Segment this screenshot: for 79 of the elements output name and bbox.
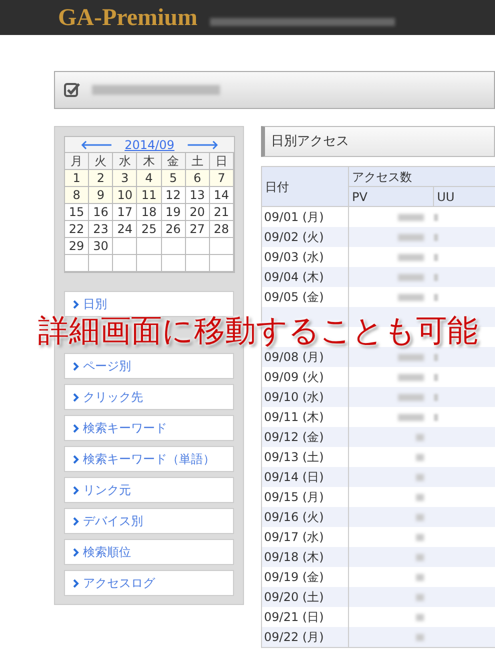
blurred-value (434, 214, 438, 220)
calendar-day[interactable]: 14 (210, 187, 234, 204)
caption-overlay: 詳細画面に移動することも可能 (38, 316, 478, 347)
menu-item[interactable]: ページ別 (64, 353, 234, 379)
chevron-icon (73, 362, 79, 370)
section-title: 日別アクセス (271, 132, 349, 151)
calendar-cell (113, 238, 138, 255)
calendar-day[interactable]: 4 (137, 170, 162, 187)
blurred-value (434, 354, 438, 360)
blurred-value (434, 294, 438, 300)
calendar-day[interactable]: 19 (162, 204, 186, 221)
calendar-day[interactable]: 16 (89, 204, 114, 221)
blurred-value (434, 414, 438, 420)
calendar-day[interactable]: 27 (186, 221, 210, 238)
calendar-day[interactable]: 21 (210, 204, 234, 221)
calendar-day[interactable]: 1 (65, 170, 90, 187)
column-header: UU (436, 188, 456, 206)
weekday-header: 火 (89, 153, 114, 170)
calendar-day[interactable]: 13 (186, 187, 210, 204)
calendar-day[interactable]: 23 (89, 221, 114, 238)
menu-item[interactable]: クリック先 (64, 384, 234, 410)
menu-item[interactable]: 検索順位 (64, 539, 234, 565)
calendar-day[interactable]: 20 (186, 204, 210, 221)
calendar-day[interactable]: 26 (162, 221, 186, 238)
menu-item[interactable]: 検索キーワード (64, 415, 234, 441)
weekday-header: 木 (137, 153, 162, 170)
month-link[interactable]: 2014/09 (124, 136, 174, 154)
weekday-header: 水 (113, 153, 138, 170)
menu-item[interactable]: 検索キーワード（単語） (64, 446, 234, 472)
column-header: アクセス数 (349, 167, 495, 187)
calendar-day[interactable]: 9 (89, 187, 114, 204)
calendar-day[interactable]: 6 (186, 170, 210, 187)
logo: GA-Premium (58, 6, 198, 30)
calendar-day[interactable]: 17 (113, 204, 138, 221)
chevron-icon (73, 486, 79, 494)
table-cell: 09/22 (月) (262, 627, 349, 647)
chevron-icon (73, 454, 79, 464)
calendar-day[interactable]: 29 (65, 238, 90, 255)
next-month-button[interactable]: 🡒 (186, 136, 218, 154)
chevron-icon (73, 392, 79, 402)
chevron-icon (73, 548, 79, 556)
calendar-day[interactable]: 18 (137, 204, 162, 221)
blurred-value (434, 274, 438, 280)
menu-item[interactable]: アクセスログ (64, 570, 234, 596)
blurred-value (434, 234, 438, 240)
weekday-header: 土 (186, 153, 210, 170)
calendar-day[interactable]: 28 (210, 221, 234, 238)
calendar-day[interactable]: 24 (113, 221, 138, 238)
weekday-header: 月 (65, 153, 90, 170)
blurred-value (434, 394, 438, 400)
chevron-icon (73, 300, 79, 308)
weekday-header: 日 (210, 153, 234, 170)
calendar-day[interactable]: 8 (65, 187, 90, 204)
menu-item[interactable]: 日別 (64, 291, 234, 317)
calendar-day[interactable]: 2 (89, 170, 114, 187)
calendar-cell (186, 238, 210, 255)
chevron-icon (73, 424, 79, 432)
calendar-day[interactable]: 7 (210, 170, 234, 187)
weekday-header: 金 (162, 153, 186, 170)
chevron-icon (73, 578, 79, 588)
calendar-day[interactable]: 10 (113, 187, 138, 204)
calendar-cell (162, 238, 186, 255)
checkbox-icon (64, 82, 80, 98)
calendar-day[interactable]: 15 (65, 204, 90, 221)
prev-month-button[interactable]: 🡐 (80, 136, 113, 154)
calendar-day[interactable]: 25 (137, 221, 162, 238)
calendar-day[interactable]: 3 (113, 170, 138, 187)
blurred-value (434, 374, 438, 380)
calendar-day[interactable]: 22 (65, 221, 90, 238)
blurred-value (434, 254, 438, 260)
menu-item[interactable]: リンク元 (64, 477, 234, 503)
calendar-day[interactable]: 5 (162, 170, 186, 187)
menu-item[interactable]: デバイス別 (64, 508, 234, 534)
calendar-day[interactable]: 12 (162, 187, 186, 204)
calendar-day[interactable]: 11 (137, 187, 162, 204)
calendar-cell (137, 238, 162, 255)
chevron-icon (73, 516, 79, 526)
column-header: PV (349, 187, 434, 206)
calendar-day[interactable]: 30 (89, 238, 114, 255)
